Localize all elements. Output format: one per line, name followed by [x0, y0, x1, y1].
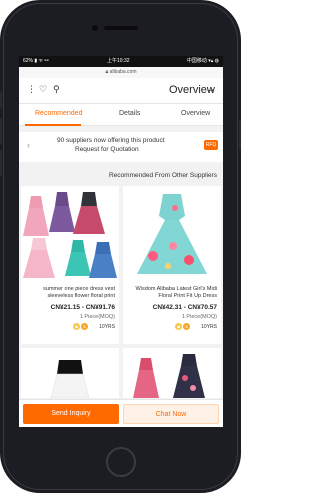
tab-details[interactable]: Details [119, 110, 140, 117]
tab-bar: Overview Details Recommended [19, 104, 223, 126]
phone-screen: 62% ▮ ᯤ ⚯ 上午10:32 中国移动 ▾▴ ◍ 🔒︎ alibaba.c… [19, 56, 223, 427]
supplier-years: 10YRS [99, 324, 115, 330]
product-card[interactable] [123, 348, 221, 398]
lock-icon: 🔒︎ [105, 69, 109, 75]
status-right: 中国移动 ▾▴ ◍ [186, 58, 219, 64]
product-moq: 1 Piece(MOQ) [181, 314, 217, 320]
trade-assurance-icon: ◆ [73, 323, 80, 330]
gold-supplier-icon: $ [183, 323, 190, 330]
product-image [123, 348, 221, 398]
supplier-years: 10YRS [201, 324, 217, 330]
product-image [21, 186, 119, 282]
volume-down-button [0, 150, 2, 176]
send-inquiry-button[interactable]: Send Inquiry [23, 404, 119, 424]
section-title: Recommended From Other Suppliers [108, 172, 217, 179]
bottom-action-bar: Send Inquiry Chat Now [19, 399, 223, 427]
product-card[interactable]: summer one piece dress vest sleeveless f… [21, 186, 119, 344]
chat-now-button[interactable]: Chat Now [123, 404, 219, 424]
page-header: ⋮ ♡ ⚲ Overview → [19, 78, 223, 104]
status-time: 上午10:32 [107, 58, 130, 64]
product-name: summer one piece dress vest sleeveless f… [43, 286, 115, 299]
power-button [239, 120, 241, 150]
product-card[interactable] [21, 348, 119, 398]
chevron-left-icon: ‹ [27, 140, 30, 150]
rfq-supplier-count: 90 suppliers now offering this product [57, 137, 165, 144]
home-button[interactable] [106, 447, 136, 477]
url-bar[interactable]: 🔒︎ alibaba.com [19, 67, 223, 78]
rfq-badge: RFQ [204, 140, 218, 150]
product-image [123, 186, 221, 282]
more-icon[interactable]: ⋮ [27, 84, 36, 95]
search-icon[interactable]: ⚲ [53, 84, 60, 95]
gold-supplier-icon: $ [81, 323, 88, 330]
front-camera [92, 25, 98, 31]
product-moq: 1 Piece(MOQ) [79, 314, 115, 320]
earpiece-speaker [104, 26, 138, 30]
url-text: alibaba.com [109, 69, 137, 75]
status-left: 62% ▮ ᯤ ⚯ [23, 58, 49, 64]
heart-icon[interactable]: ♡ [39, 84, 47, 95]
product-price: CN¥21.15 - CN¥91.76 [50, 304, 115, 311]
tab-recommended[interactable]: Recommended [35, 110, 82, 117]
tab-overview[interactable]: Overview [181, 110, 210, 117]
product-image [21, 348, 119, 398]
arrow-left-icon[interactable]: → [205, 83, 216, 95]
mute-switch [0, 92, 2, 108]
product-name: Wisdom Alibaba Latest Girl's Midi Floral… [135, 286, 217, 299]
trade-assurance-icon: ◆ [175, 323, 182, 330]
status-bar: 62% ▮ ᯤ ⚯ 上午10:32 中国移动 ▾▴ ◍ [19, 56, 223, 67]
product-price: CN¥42.31 - CN¥70.57 [152, 304, 217, 311]
active-tab-indicator [25, 124, 81, 126]
volume-up-button [0, 118, 2, 144]
phone-frame: 62% ▮ ᯤ ⚯ 上午10:32 中国移动 ▾▴ ◍ 🔒︎ alibaba.c… [0, 0, 241, 493]
rfq-banner[interactable]: RFQ 90 suppliers now offering this produ… [19, 132, 223, 162]
rfq-link: Request for Quotation [75, 146, 139, 153]
product-card[interactable]: Wisdom Alibaba Latest Girl's Midi Floral… [123, 186, 221, 344]
